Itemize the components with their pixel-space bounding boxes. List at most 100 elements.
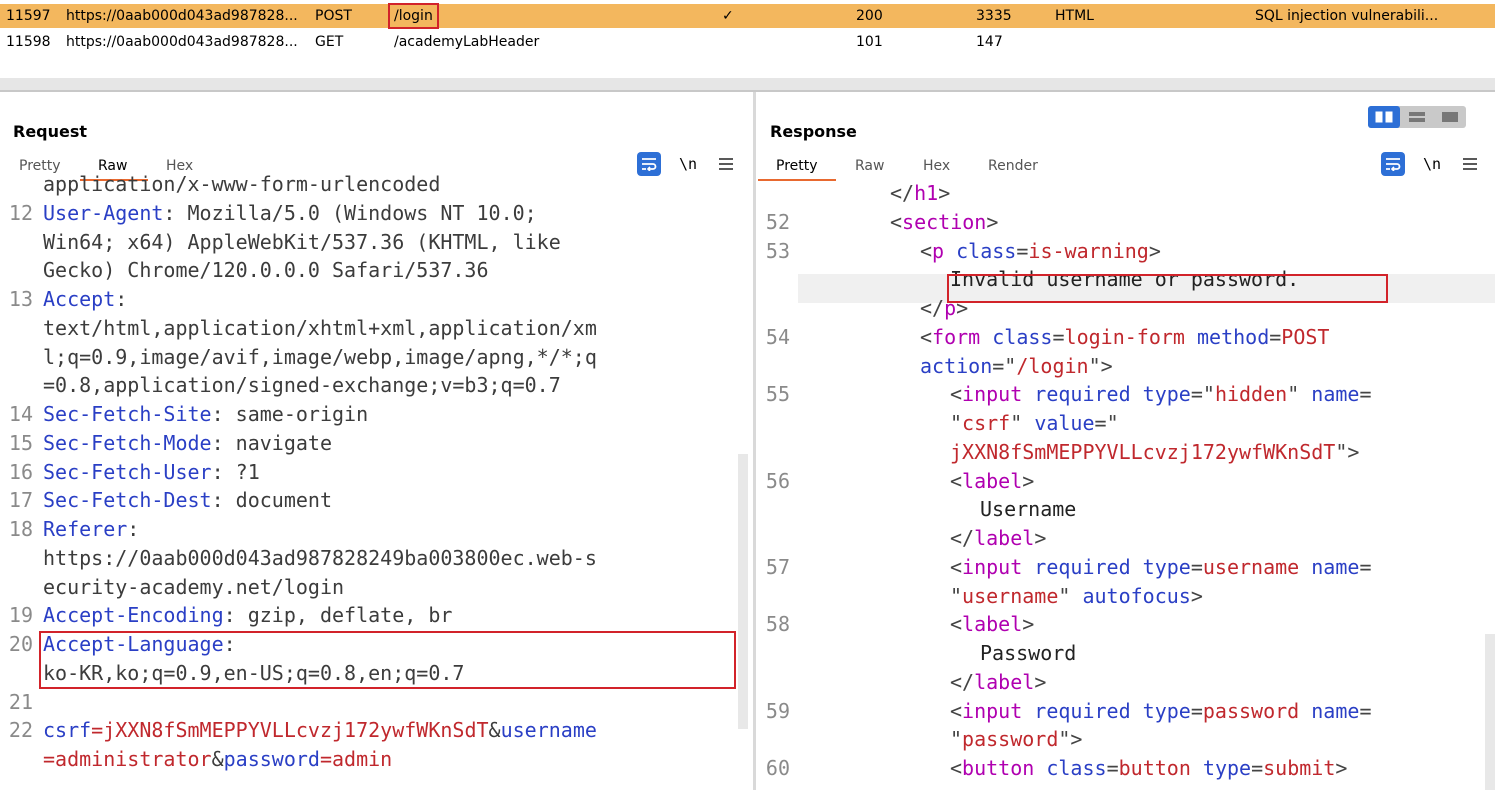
- row-title: SQL injection vulnerabili...: [1255, 8, 1439, 24]
- request-body-highlight: [39, 631, 736, 689]
- row-method: POST: [315, 8, 352, 24]
- code-line: Win64; x64) AppleWebKit/537.36 (KHTML, l…: [43, 229, 561, 254]
- code-line: Gecko) Chrome/120.0.0.0 Safari/537.36: [43, 258, 489, 283]
- code-line: <input required type="hidden" name=: [950, 382, 1372, 407]
- tab-hex[interactable]: Hex: [923, 158, 950, 174]
- split-horizontal-icon[interactable]: [1368, 106, 1400, 128]
- code-line: User-Agent: Mozilla/5.0 (Windows NT 10.0…: [43, 200, 537, 225]
- code-line: action="/login">: [920, 353, 1113, 378]
- code-line: <input required type=password name=: [950, 698, 1372, 723]
- code-line: "csrf" value=": [950, 411, 1119, 435]
- line-number: 16: [8, 459, 33, 484]
- code-line: https://0aab000d043ad987828249ba003800ec…: [43, 545, 597, 570]
- warning-text-highlight: [947, 274, 1388, 303]
- code-line: "username" autofocus>: [950, 583, 1203, 608]
- row-host: https://0aab000d043ad987828...: [66, 34, 298, 50]
- proxy-history-table: 11597 https://0aab000d043ad987828... POS…: [0, 0, 1495, 92]
- response-pane: Response Pretty Raw Hex Render \n </h1> 5…: [756, 92, 1495, 790]
- code-line: l;q=0.9,image/avif,image/webp,image/apng…: [43, 344, 597, 369]
- code-line: <button class=button type=submit>: [950, 756, 1348, 780]
- row-length: 3335: [976, 8, 1012, 24]
- code-line: application/x-www-form-urlencoded: [43, 172, 441, 196]
- table-row[interactable]: 11597 https://0aab000d043ad987828... POS…: [0, 3, 1495, 29]
- line-number: 56: [765, 468, 790, 493]
- hamburger-menu-icon[interactable]: [1458, 152, 1482, 176]
- newline-toggle-icon[interactable]: \n: [1420, 152, 1444, 176]
- code-line: =0.8,application/signed-exchange;v=b3;q=…: [43, 373, 561, 398]
- row-id: 11598: [6, 34, 51, 50]
- code-line: </label>: [950, 526, 1047, 550]
- code-line: <p class=is-warning>: [920, 238, 1161, 263]
- code-line: csrf=jXXN8fSmMEPPYVLLcvzj172ywfWKnSdT&us…: [43, 718, 597, 743]
- single-pane-icon[interactable]: [1434, 106, 1466, 128]
- code-line: Referer:: [43, 517, 140, 541]
- code-line: Accept-Encoding: gzip, deflate, br: [43, 603, 453, 628]
- row-length: 147: [976, 34, 1003, 50]
- table-row[interactable]: 11598 https://0aab000d043ad987828... GET…: [0, 30, 1495, 54]
- vertical-scrollbar[interactable]: [738, 454, 748, 729]
- line-number: 52: [765, 209, 790, 234]
- code-line: <input required type=username name=: [950, 554, 1372, 579]
- code-line: Sec-Fetch-Site: same-origin: [43, 402, 369, 426]
- request-title: Request: [13, 122, 88, 141]
- line-number: 17: [8, 488, 33, 513]
- line-number: 57: [765, 554, 790, 579]
- code-line: <section>: [890, 209, 999, 234]
- code-line: <label>: [950, 468, 1035, 493]
- row-url: /login: [388, 3, 439, 29]
- line-number: 14: [8, 402, 33, 426]
- code-line: Sec-Fetch-User: ?1: [43, 459, 260, 484]
- line-number: 22: [8, 718, 33, 743]
- code-line: Password: [980, 641, 1077, 665]
- row-mime: HTML: [1055, 8, 1094, 24]
- code-line: "password">: [950, 727, 1083, 752]
- line-number: 55: [765, 382, 790, 407]
- code-line: =administrator&password=admin: [43, 747, 393, 771]
- line-number: 20: [8, 632, 33, 656]
- line-number: 59: [765, 698, 790, 723]
- tab-render[interactable]: Render: [988, 158, 1038, 174]
- line-number: 21: [8, 689, 33, 714]
- newline-toggle-icon[interactable]: \n: [676, 152, 700, 176]
- layout-toggle: [1368, 106, 1466, 128]
- split-vertical-icon[interactable]: [1401, 106, 1433, 128]
- code-line: Accept:: [43, 287, 128, 311]
- row-id: 11597: [6, 8, 51, 24]
- request-pane: Request Pretty Raw Hex \n application/x-…: [0, 92, 753, 790]
- code-line: Username: [980, 497, 1077, 522]
- row-method: GET: [315, 34, 344, 50]
- code-line: ecurity-academy.net/login: [43, 574, 345, 599]
- code-line: </h1>: [890, 181, 951, 205]
- line-number: 15: [8, 430, 33, 455]
- code-line: Sec-Fetch-Dest: document: [43, 488, 332, 513]
- edited-check-icon: ✓: [722, 8, 734, 24]
- wrap-lines-icon[interactable]: [637, 152, 661, 176]
- active-tab-underline: [758, 179, 836, 181]
- request-editor[interactable]: application/x-www-form-urlencoded 12 User-…: [0, 172, 753, 790]
- wrap-lines-icon[interactable]: [1381, 152, 1405, 176]
- code-line: Sec-Fetch-Mode: navigate: [43, 430, 332, 455]
- line-number: 58: [765, 612, 790, 637]
- hamburger-menu-icon[interactable]: [714, 152, 738, 176]
- tab-pretty[interactable]: Pretty: [776, 158, 818, 174]
- code-line: jXXN8fSmMEPPYVLLcvzj172ywfWKnSdT">: [950, 439, 1360, 464]
- code-line: <label>: [950, 612, 1035, 637]
- vertical-scrollbar[interactable]: [1485, 634, 1495, 790]
- code-line: </label>: [950, 669, 1047, 694]
- line-number: 53: [765, 238, 790, 263]
- line-number: 18: [8, 517, 33, 541]
- row-host: https://0aab000d043ad987828...: [66, 8, 298, 24]
- tab-raw[interactable]: Raw: [855, 158, 884, 174]
- code-line: <form class=login-form method=POST: [920, 324, 1330, 349]
- code-line: text/html,application/xhtml+xml,applicat…: [43, 315, 597, 340]
- row-status: 200: [856, 8, 883, 24]
- row-url: /academyLabHeader: [394, 34, 540, 50]
- line-number: 19: [8, 603, 33, 628]
- response-title: Response: [770, 122, 857, 141]
- row-status: 101: [856, 34, 883, 50]
- line-number: 54: [765, 324, 790, 349]
- line-number: 60: [765, 756, 790, 780]
- line-number: 13: [8, 287, 33, 311]
- horizontal-scrollbar[interactable]: [0, 78, 1495, 90]
- line-number: 12: [8, 200, 33, 225]
